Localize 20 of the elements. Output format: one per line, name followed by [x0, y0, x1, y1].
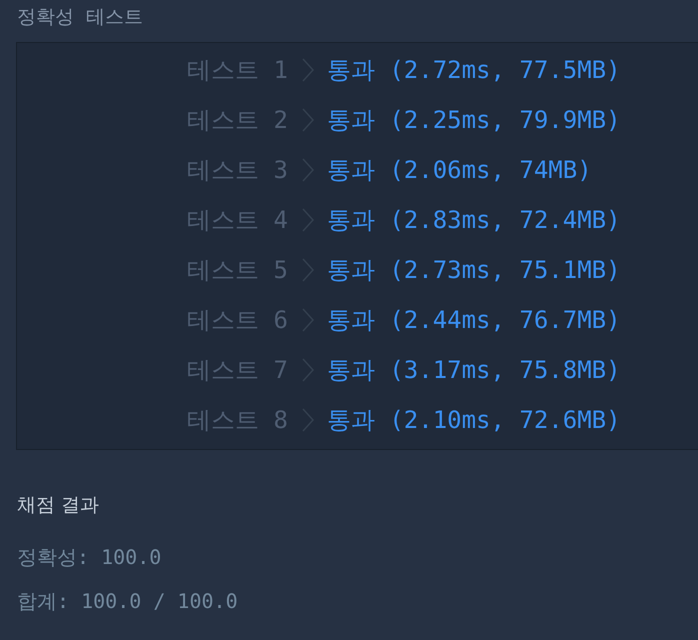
section-title: 정확성 테스트	[17, 5, 144, 30]
score-text: 정확성: 100.0	[17, 545, 162, 569]
test-result: 통과 (2.44ms, 76.7MB)	[326, 305, 621, 336]
test-result: 통과 (2.72ms, 77.5MB)	[326, 55, 621, 86]
test-label: 테스트 7	[187, 355, 288, 386]
test-result: 통과 (2.10ms, 72.6MB)	[326, 405, 621, 436]
test-label: 테스트 8	[187, 405, 288, 436]
test-result: 통과 (2.73ms, 75.1MB)	[326, 255, 621, 286]
test-label: 테스트 1	[187, 55, 288, 86]
test-result: 통과 (2.83ms, 72.4MB)	[326, 205, 621, 236]
test-label: 테스트 3	[187, 155, 288, 186]
test-label: 테스트 2	[187, 105, 288, 136]
test-result: 통과 (3.17ms, 75.8MB)	[326, 355, 621, 386]
test-result: 통과 (2.06ms, 74MB)	[326, 155, 592, 186]
summary-title: 채점 결과	[17, 494, 100, 516]
score-text: 합계: 100.0 / 100.0	[17, 589, 238, 613]
test-label: 테스트 6	[187, 305, 288, 336]
test-label: 테스트 4	[187, 205, 288, 236]
test-result: 통과 (2.25ms, 79.9MB)	[326, 105, 621, 136]
test-label: 테스트 5	[187, 255, 288, 286]
